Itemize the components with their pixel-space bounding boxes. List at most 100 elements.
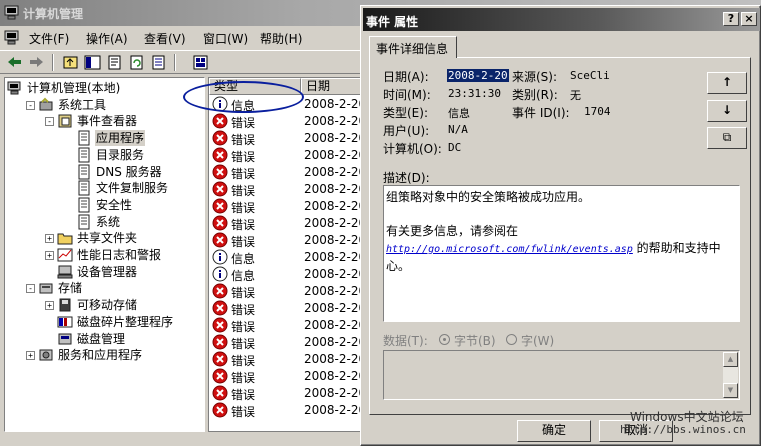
close-button[interactable]: ×: [741, 12, 757, 26]
tree-node[interactable]: + 共享文件夹: [5, 230, 204, 247]
table-row[interactable]: 错误 2008-2-20: [209, 283, 362, 300]
menu-action[interactable]: 操作(A): [86, 30, 128, 47]
computer-label: 计算机(O):: [383, 142, 442, 156]
tree-node[interactable]: + 服务和应用程序: [5, 347, 204, 364]
table-row[interactable]: 错误 2008-2-20: [209, 334, 362, 351]
tree-node[interactable]: - 存储: [5, 280, 204, 297]
tree-node[interactable]: 系统: [5, 214, 204, 231]
tree-node[interactable]: 文件复制服务: [5, 180, 204, 197]
scroll-down-icon[interactable]: ▼: [723, 383, 738, 398]
table-row[interactable]: 错误 2008-2-20: [209, 113, 362, 130]
date-value[interactable]: 2008-2-20: [447, 69, 509, 82]
tree-node[interactable]: + 可移动存储: [5, 297, 204, 314]
back-arrow-icon[interactable]: [6, 54, 23, 71]
menu-window[interactable]: 窗口(W): [203, 30, 248, 47]
export-list-icon[interactable]: [150, 54, 167, 71]
log-icon: [78, 164, 90, 179]
category-value[interactable]: 无: [570, 87, 581, 103]
tree-node[interactable]: - 系统工具: [5, 97, 204, 114]
event-list[interactable]: 类型 日期 信息 2008-2-20 错误 2008-2-20 错误 2008-2-20 错…: [208, 77, 362, 432]
table-row[interactable]: 错误 2008-2-20: [209, 164, 362, 181]
description-line: http://go.microsoft.com/fwlink/events.as…: [386, 240, 737, 258]
source-label: 来源(S):: [512, 70, 558, 84]
table-row[interactable]: 错误 2008-2-20: [209, 147, 362, 164]
watermark: Windows中文站论坛 http://bbs.winos.cn: [608, 408, 760, 444]
scroll-up-icon[interactable]: ▲: [723, 352, 738, 367]
type-value[interactable]: 信息: [448, 105, 470, 121]
tree-node[interactable]: 磁盘碎片整理程序: [5, 314, 204, 331]
up-level-icon[interactable]: [62, 54, 79, 71]
table-row[interactable]: 信息 2008-2-20: [209, 266, 362, 283]
table-row[interactable]: 错误 2008-2-20: [209, 215, 362, 232]
bytes-radio[interactable]: [439, 334, 450, 345]
table-row[interactable]: 错误 2008-2-20: [209, 368, 362, 385]
words-radio[interactable]: [506, 334, 517, 345]
dialog-title-bar[interactable]: 事件 属性 ? ×: [363, 8, 760, 31]
copy-icon: ⧉: [722, 130, 732, 144]
info-icon: [212, 96, 228, 112]
tree-node-label: 文件复制服务: [96, 181, 169, 196]
ok-button[interactable]: 确定: [517, 420, 591, 442]
tree-node[interactable]: - 事件查看器: [5, 113, 204, 130]
table-row[interactable]: 错误 2008-2-20: [209, 300, 362, 317]
event-date: 2008-2-20: [304, 403, 362, 417]
expand-icon[interactable]: +: [45, 251, 54, 260]
table-row[interactable]: 错误 2008-2-20: [209, 130, 362, 147]
collapse-icon[interactable]: -: [26, 100, 35, 110]
table-row[interactable]: 错误 2008-2-20: [209, 385, 362, 402]
expand-icon[interactable]: +: [26, 351, 35, 361]
data-box[interactable]: ▲ ▼: [383, 350, 740, 400]
computer-value[interactable]: DC: [448, 141, 461, 154]
event-date: 2008-2-20: [304, 97, 362, 111]
expand-icon[interactable]: +: [45, 234, 54, 244]
user-value[interactable]: N/A: [448, 123, 468, 136]
system-menu-icon[interactable]: [4, 30, 20, 45]
menu-help[interactable]: 帮助(H): [260, 30, 302, 47]
table-row[interactable]: 错误 2008-2-20: [209, 232, 362, 249]
tree-node[interactable]: 安全性: [5, 197, 204, 214]
help-icon[interactable]: [192, 54, 209, 71]
tree-node[interactable]: 设备管理器: [5, 264, 204, 281]
column-header-type[interactable]: 类型: [209, 78, 301, 95]
tree-node[interactable]: + 性能日志和警报: [5, 247, 204, 264]
tree-node-label: 存储: [58, 281, 83, 296]
table-row[interactable]: 信息 2008-2-20: [209, 96, 362, 113]
device-icon: [57, 265, 73, 279]
console-tree[interactable]: 计算机管理(本地) - 系统工具 - 事件查看器 应用程序 目录服务 DNS 服务器 文件复制服…: [4, 77, 205, 432]
table-row[interactable]: 信息 2008-2-20: [209, 249, 362, 266]
copy-button[interactable]: ⧉: [707, 127, 747, 149]
properties-icon[interactable]: [106, 54, 123, 71]
menu-view[interactable]: 查看(V): [144, 30, 186, 47]
tree-node[interactable]: 目录服务: [5, 147, 204, 164]
expand-icon[interactable]: +: [45, 301, 54, 311]
menu-file[interactable]: 文件(F): [29, 30, 69, 47]
table-row[interactable]: 错误 2008-2-20: [209, 317, 362, 334]
next-event-button[interactable]: ↓: [707, 100, 747, 122]
refresh-icon[interactable]: [128, 54, 145, 71]
storage-icon: [39, 283, 53, 294]
collapse-icon[interactable]: -: [26, 284, 35, 294]
forward-arrow-icon[interactable]: [28, 54, 45, 71]
table-row[interactable]: 错误 2008-2-20: [209, 181, 362, 198]
tree-node[interactable]: DNS 服务器: [5, 164, 204, 181]
toolbar-separator: [52, 54, 54, 71]
tree-node[interactable]: 计算机管理(本地): [5, 80, 204, 97]
log-icon: [78, 214, 90, 230]
table-row[interactable]: 错误 2008-2-20: [209, 402, 362, 419]
source-value[interactable]: SceCli: [570, 69, 610, 82]
data-scrollbar[interactable]: ▲ ▼: [723, 352, 738, 398]
tree-node[interactable]: 应用程序: [5, 130, 204, 147]
table-row[interactable]: 错误 2008-2-20: [209, 351, 362, 368]
table-row[interactable]: 错误 2008-2-20: [209, 198, 362, 215]
event-id-value[interactable]: 1704: [584, 105, 611, 118]
tab-event-details[interactable]: 事件详细信息: [369, 36, 457, 58]
description-box[interactable]: 组策略对象中的安全策略被成功应用。 有关更多信息，请参阅在 http://go.…: [383, 185, 740, 322]
column-header-date[interactable]: 日期: [301, 78, 362, 95]
help-link[interactable]: http://go.microsoft.com/fwlink/events.as…: [386, 244, 633, 255]
show-hide-tree-icon[interactable]: [84, 54, 101, 71]
tree-node[interactable]: 磁盘管理: [5, 331, 204, 348]
time-value[interactable]: 23:31:30: [448, 87, 501, 100]
help-button[interactable]: ?: [723, 12, 739, 26]
collapse-icon[interactable]: -: [45, 117, 54, 127]
previous-event-button[interactable]: ↑: [707, 72, 747, 94]
